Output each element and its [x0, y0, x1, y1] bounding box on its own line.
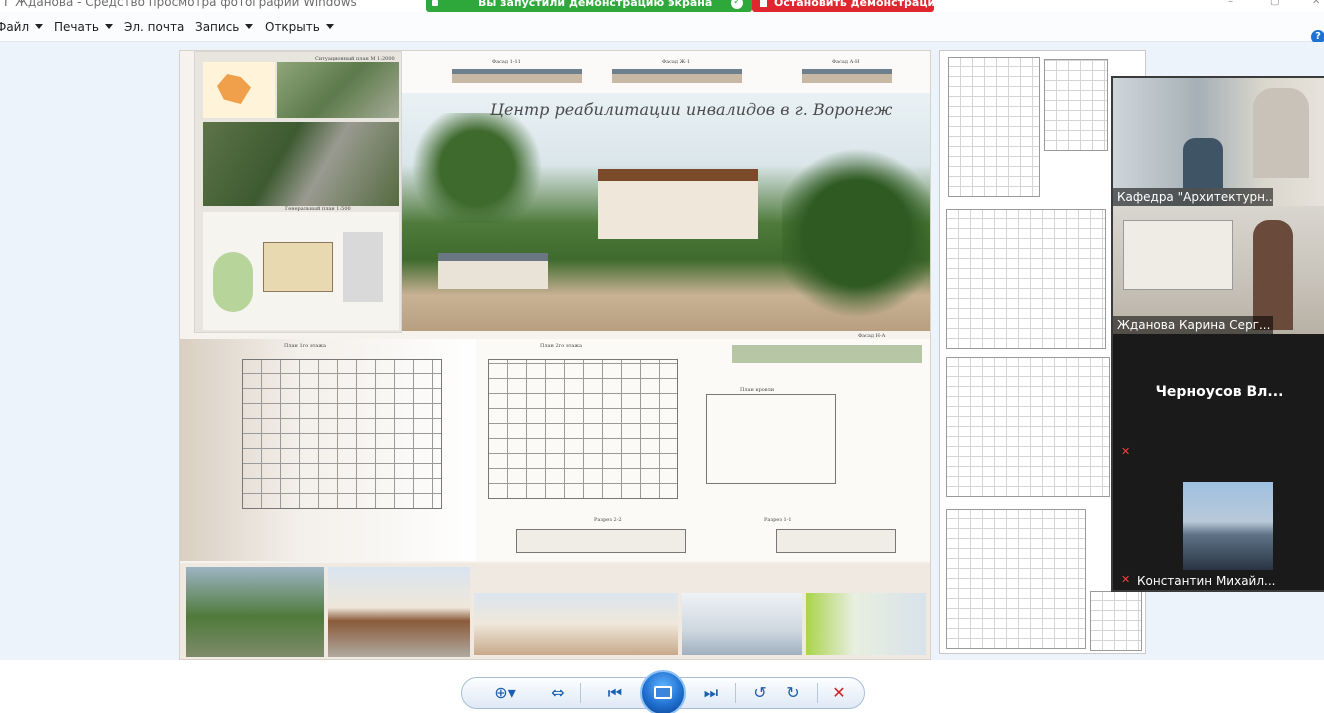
- stop-icon: [760, 0, 767, 7]
- menu-burn[interactable]: Запись: [195, 20, 254, 34]
- mic-off-icon: ✕: [1121, 445, 1131, 458]
- chevron-down-icon: [35, 24, 44, 29]
- photo-exterior-3: [474, 593, 678, 655]
- satellite-image: [203, 122, 399, 206]
- region-map: [203, 62, 275, 118]
- participant-name: Черноусов Вл...: [1155, 384, 1284, 400]
- menu-email-label: Эл. почта: [124, 20, 185, 34]
- facades-strip: Фасад 1-11 Фасад Ж-1 Фасад А-Н: [402, 51, 930, 93]
- minimize-button[interactable]: –: [1228, 0, 1240, 7]
- drawing-block: [946, 509, 1086, 649]
- menu-bar: Файл Печать Эл. почта Запись Открыть ?: [0, 12, 1324, 44]
- drawing-block: [1044, 59, 1108, 151]
- actual-size-icon[interactable]: ⇔: [546, 683, 570, 703]
- participant-name: Жданова Карина Серг...: [1113, 316, 1273, 334]
- photo-exterior-1: [186, 567, 324, 657]
- screen-share-status-text: Вы запустили демонстрацию экрана: [478, 0, 713, 9]
- participant-tile[interactable]: Черноусов Вл... ✕: [1113, 334, 1324, 462]
- menu-file-label: Файл: [0, 20, 30, 34]
- slideshow-icon[interactable]: [640, 670, 686, 713]
- previous-icon[interactable]: ⏮: [603, 683, 627, 703]
- floor-1-label: План 1го этажа: [284, 343, 326, 349]
- section-2-label: Разрез 2-2: [594, 517, 622, 523]
- delete-icon[interactable]: ✕: [827, 683, 851, 703]
- participant-name: Константин Михайл...: [1137, 574, 1276, 588]
- facade-3-label: Фасад А-Н: [832, 59, 860, 65]
- next-icon[interactable]: ⏭: [699, 683, 723, 703]
- avatar: [1183, 482, 1273, 570]
- participants-panel: Кафедра "Архитектурн... Жданова Карина С…: [1111, 76, 1324, 592]
- zoom-icon[interactable]: ⊕▾: [489, 683, 521, 703]
- general-plan-image: [203, 212, 399, 330]
- participant-tile[interactable]: ✕ Константин Михайл...: [1113, 462, 1324, 590]
- participant-tile[interactable]: Кафедра "Архитектурн...: [1113, 78, 1324, 206]
- photo-ward: [806, 593, 926, 655]
- architecture-poster: Ситуационный план М 1:2000 Генеральный п…: [179, 50, 931, 660]
- stop-share-button[interactable]: Остановить демонстрацию: [752, 0, 946, 12]
- menu-open[interactable]: Открыть: [265, 20, 334, 34]
- menu-burn-label: Запись: [195, 20, 240, 34]
- menu-email[interactable]: Эл. почта: [124, 20, 184, 34]
- drawing-block: [946, 357, 1110, 497]
- stop-share-label: Остановить демонстрацию: [774, 0, 946, 9]
- drawing-block: [948, 57, 1040, 197]
- building-annex: [438, 253, 548, 289]
- situation-plan-image: [277, 62, 399, 118]
- facade-2-label: Фасад Ж-1: [662, 59, 691, 65]
- drawing-block: [946, 209, 1106, 349]
- photo-strip: [180, 563, 930, 659]
- separator: [735, 683, 736, 703]
- situation-plan-label: Ситуационный план М 1:2000: [315, 56, 395, 62]
- close-window-button[interactable]: ✕: [1312, 0, 1324, 7]
- screen-share-status: Вы запустили демонстрацию экрана ✓: [426, 0, 752, 12]
- chevron-down-icon: [325, 24, 334, 29]
- floor-2-and-roof-plans: План 2го этажа План кровли Фасад Н-А Раз…: [476, 333, 930, 561]
- poster-title: Центр реабилитации инвалидов в г. Вороне…: [490, 100, 893, 119]
- photo-exterior-2: [328, 567, 470, 657]
- window-title: Г Жданова - Средство просмотра фотографи…: [4, 0, 357, 9]
- share-icon: [432, 0, 438, 6]
- facade-1-label: Фасад 1-11: [492, 59, 521, 65]
- building-main: [598, 169, 758, 239]
- screen-icon: [654, 686, 672, 699]
- drawing-block: [1090, 591, 1142, 651]
- separator: [580, 683, 581, 703]
- rotate-right-icon[interactable]: ↻: [781, 683, 805, 703]
- participant-name: Кафедра "Архитектурн...: [1113, 188, 1273, 206]
- chevron-down-icon: [245, 24, 254, 29]
- separator: [817, 683, 818, 703]
- building-render: [402, 93, 930, 331]
- site-plans-panel: Ситуационный план М 1:2000 Генеральный п…: [194, 51, 402, 333]
- floor-1-plan: План 1го этажа: [180, 339, 476, 561]
- mic-off-icon: ✕: [1121, 573, 1131, 586]
- menu-print-label: Печать: [54, 20, 99, 34]
- chevron-down-icon: [104, 24, 113, 29]
- general-plan-label: Генеральный план 1:500: [285, 206, 351, 212]
- facade-4-label: Фасад Н-А: [858, 333, 886, 339]
- shield-check-icon: ✓: [731, 0, 743, 9]
- rotate-left-icon[interactable]: ↺: [748, 683, 772, 703]
- maximize-button[interactable]: ▢: [1270, 0, 1282, 7]
- menu-file[interactable]: Файл: [0, 20, 44, 34]
- floor-2-label: План 2го этажа: [540, 343, 582, 349]
- participant-tile[interactable]: Жданова Карина Серг...: [1113, 206, 1324, 334]
- roof-plan-label: План кровли: [740, 387, 775, 393]
- menu-open-label: Открыть: [265, 20, 320, 34]
- menu-print[interactable]: Печать: [54, 20, 113, 34]
- photo-corridor: [682, 593, 802, 655]
- section-1-label: Разрез 1-1: [764, 517, 792, 523]
